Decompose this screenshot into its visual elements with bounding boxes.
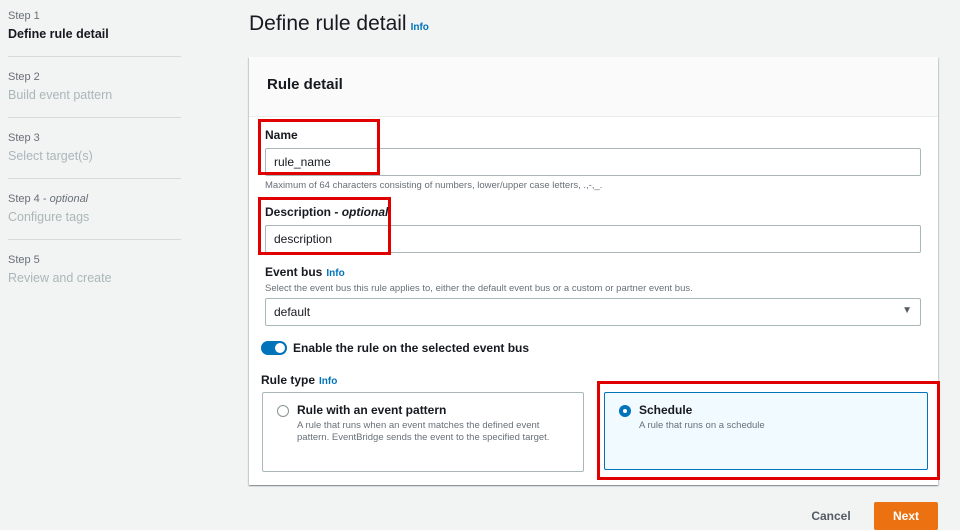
name-input[interactable]: [265, 148, 921, 176]
rule-type-label: Rule type Info: [261, 373, 337, 387]
step-5: Step 5 Review and create: [8, 252, 181, 300]
wizard-steps-nav: Step 1 Define rule detail Step 2 Build e…: [8, 8, 181, 312]
option-description: A rule that runs on a schedule: [639, 420, 765, 431]
name-hint: Maximum of 64 characters consisting of n…: [265, 180, 603, 191]
event-bus-selected-value: default: [274, 305, 311, 319]
optional-tag: optional: [49, 193, 89, 205]
name-label: Name: [265, 128, 298, 142]
optional-tag: optional: [341, 205, 389, 219]
step-2: Step 2 Build event pattern: [8, 69, 181, 118]
event-bus-label-text: Event bus: [265, 265, 323, 279]
caret-down-icon: ▼: [902, 305, 912, 316]
rule-detail-panel: Rule detail Name Maximum of 64 character…: [249, 57, 938, 485]
next-button[interactable]: Next: [874, 502, 938, 530]
rule-type-option-schedule[interactable]: Schedule A rule that runs on a schedule: [604, 392, 928, 470]
page-title-text: Define rule detail: [249, 12, 407, 35]
step-4: Step 4 - optional Configure tags: [8, 191, 181, 240]
event-bus-hint: Select the event bus this rule applies t…: [265, 283, 693, 294]
step-number: Step 5: [8, 254, 40, 266]
option-description: A rule that runs when an event matches t…: [297, 420, 550, 443]
step-number: Step 4 - optional: [8, 193, 89, 205]
panel-header: Rule detail: [249, 57, 938, 117]
enable-rule-toggle-row: Enable the rule on the selected event bu…: [261, 341, 529, 355]
step-title: Configure tags: [8, 210, 90, 224]
option-title: Schedule: [639, 403, 693, 417]
event-bus-info-link[interactable]: Info: [326, 268, 344, 279]
step-number: Step 2: [8, 71, 40, 83]
rule-type-info-link[interactable]: Info: [319, 376, 337, 387]
step-title: Build event pattern: [8, 88, 113, 102]
enable-rule-label: Enable the rule on the selected event bu…: [293, 341, 530, 355]
step-title: Select target(s): [8, 149, 93, 163]
step-title: Review and create: [8, 271, 112, 285]
enable-rule-toggle[interactable]: [261, 341, 287, 355]
event-bus-select[interactable]: default ▼: [265, 298, 921, 326]
step-number-text: Step 4: [8, 193, 40, 205]
page-title: Define rule detail Info: [249, 10, 429, 42]
description-label: Description - optional: [265, 205, 389, 219]
step-title: Define rule detail: [8, 27, 109, 41]
option-title: Rule with an event pattern: [297, 403, 447, 417]
event-bus-label: Event bus Info: [265, 265, 345, 279]
rule-type-label-text: Rule type: [261, 373, 316, 387]
step-number: Step 1: [8, 10, 40, 22]
step-number: Step 3: [8, 132, 40, 144]
radio-button-selected[interactable]: [619, 405, 631, 417]
rule-type-option-event-pattern[interactable]: Rule with an event pattern A rule that r…: [262, 392, 584, 472]
description-input[interactable]: [265, 225, 921, 253]
step-3: Step 3 Select target(s): [8, 130, 181, 179]
radio-button[interactable]: [277, 405, 289, 417]
cancel-button[interactable]: Cancel: [796, 502, 866, 530]
page-info-link[interactable]: Info: [411, 22, 429, 33]
step-1[interactable]: Step 1 Define rule detail: [8, 8, 181, 57]
description-label-text: Description: [265, 205, 332, 219]
